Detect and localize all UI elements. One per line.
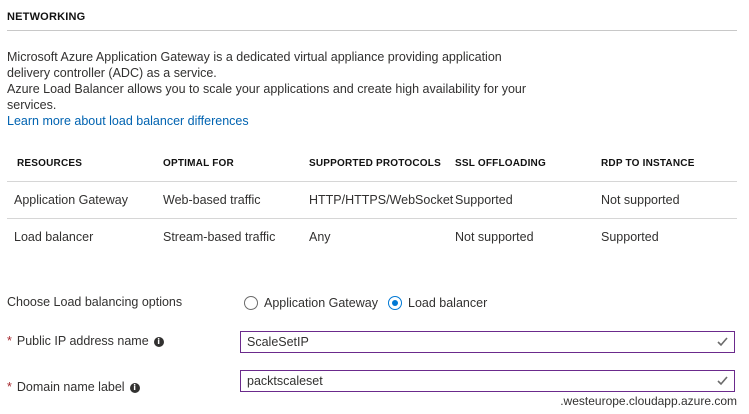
- radio-label: Application Gateway: [264, 296, 378, 310]
- checkmark-icon: [717, 376, 728, 386]
- domain-label-text: Domain name label: [16, 380, 125, 394]
- domain-name-input[interactable]: packtscaleset: [240, 370, 735, 392]
- section-divider: [7, 30, 737, 31]
- table-cell: Supported: [455, 193, 513, 207]
- table-cell: Load balancer: [14, 230, 94, 244]
- radio-circle-selected[interactable]: [388, 296, 402, 310]
- table-cell: HTTP/HTTPS/WebSocket: [309, 193, 454, 207]
- public-ip-input[interactable]: ScaleSetIP: [240, 331, 735, 353]
- table-cell: Any: [309, 230, 331, 244]
- domain-label: * Domain name label i: [7, 380, 140, 394]
- required-marker: *: [7, 380, 12, 394]
- header-resources: RESOURCES: [17, 157, 83, 169]
- radio-application-gateway[interactable]: Application Gateway: [244, 296, 378, 310]
- app-gateway-description: Microsoft Azure Application Gateway is a…: [7, 50, 502, 80]
- domain-name-value: packtscaleset: [247, 374, 323, 388]
- header-ssl-offloading: SSL OFFLOADING: [455, 157, 546, 169]
- radio-label: Load balancer: [408, 296, 488, 310]
- header-supported-protocols: SUPPORTED PROTOCOLS: [309, 157, 441, 169]
- domain-suffix: .westeurope.cloudapp.azure.com: [560, 394, 737, 408]
- section-title: NETWORKING: [7, 11, 86, 23]
- table-row: Load balancer Stream-based traffic Any N…: [7, 218, 737, 255]
- table-row: Application Gateway Web-based traffic HT…: [7, 181, 737, 218]
- public-ip-label: * Public IP address name i: [7, 334, 164, 348]
- table-cell: Supported: [601, 230, 659, 244]
- info-icon[interactable]: i: [129, 383, 140, 393]
- table-header-row: RESOURCES OPTIMAL FOR SUPPORTED PROTOCOL…: [7, 145, 737, 181]
- radio-circle[interactable]: [244, 296, 258, 310]
- radio-load-balancer[interactable]: Load balancer: [388, 296, 487, 310]
- load-balancer-description: Azure Load Balancer allows you to scale …: [7, 82, 527, 112]
- info-icon[interactable]: i: [153, 337, 164, 347]
- header-rdp-to-instance: RDP TO INSTANCE: [601, 157, 695, 169]
- table-cell: Not supported: [601, 193, 680, 207]
- learn-more-link[interactable]: Learn more about load balancer differenc…: [7, 114, 249, 128]
- public-ip-label-text: Public IP address name: [16, 334, 149, 348]
- required-marker: *: [7, 334, 12, 348]
- table-cell: Web-based traffic: [163, 193, 261, 207]
- networking-description: Microsoft Azure Application Gateway is a…: [7, 49, 527, 129]
- table-cell: Not supported: [455, 230, 534, 244]
- comparison-table: RESOURCES OPTIMAL FOR SUPPORTED PROTOCOL…: [7, 145, 737, 255]
- table-cell: Stream-based traffic: [163, 230, 276, 244]
- table-cell: Application Gateway: [14, 193, 128, 207]
- header-optimal-for: OPTIMAL FOR: [163, 157, 234, 169]
- public-ip-value: ScaleSetIP: [247, 335, 309, 349]
- checkmark-icon: [717, 337, 728, 347]
- lb-options-label: Choose Load balancing options: [7, 295, 183, 309]
